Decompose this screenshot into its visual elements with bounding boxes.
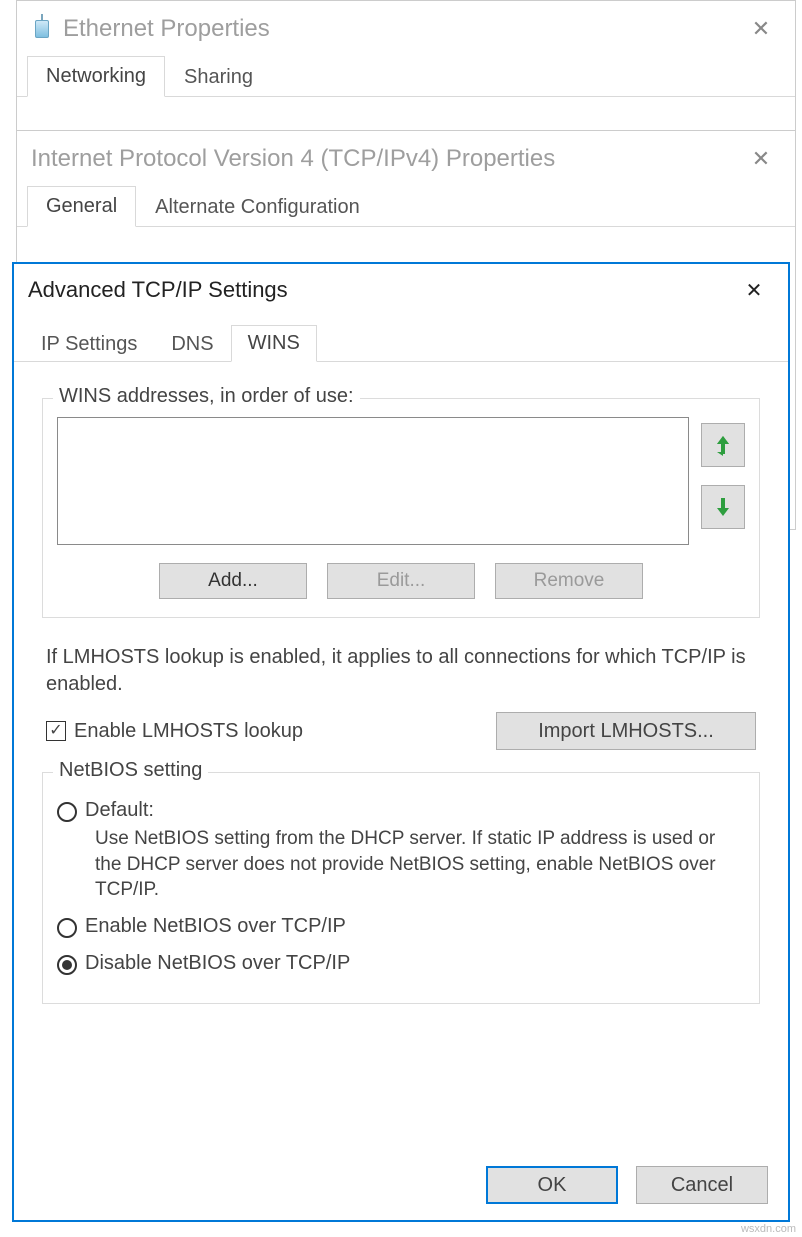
edit-button[interactable]: Edit... (327, 563, 475, 599)
tabs: IP Settings DNS WINS (14, 322, 788, 362)
move-up-button[interactable] (701, 423, 745, 467)
netbios-default-radio[interactable]: Default: (57, 799, 745, 822)
arrow-up-icon (714, 434, 732, 456)
window-title: Internet Protocol Version 4 (TCP/IPv4) P… (31, 145, 555, 173)
titlebar[interactable]: Internet Protocol Version 4 (TCP/IPv4) P… (17, 131, 795, 187)
netbios-disable-radio[interactable]: Disable NetBIOS over TCP/IP (57, 952, 745, 975)
checkbox-icon: ✓ (46, 721, 66, 741)
radio-label: Enable NetBIOS over TCP/IP (85, 915, 346, 938)
tab-alternate-configuration[interactable]: Alternate Configuration (136, 187, 379, 227)
cancel-button[interactable]: Cancel (636, 1166, 768, 1204)
lmhosts-note: If LMHOSTS lookup is enabled, it applies… (46, 644, 756, 698)
ethernet-icon (31, 14, 53, 44)
tab-sharing[interactable]: Sharing (165, 57, 272, 97)
import-lmhosts-button[interactable]: Import LMHOSTS... (496, 712, 756, 750)
titlebar[interactable]: Ethernet Properties ✕ (17, 1, 795, 57)
window-title: Advanced TCP/IP Settings (28, 277, 288, 303)
tab-general[interactable]: General (27, 186, 136, 227)
close-icon[interactable]: ✕ (734, 278, 774, 303)
netbios-default-description: Use NetBIOS setting from the DHCP server… (95, 826, 745, 903)
wins-addresses-group: WINS addresses, in order of use: (42, 398, 760, 618)
tabs: Networking Sharing (17, 57, 795, 97)
checkbox-label: Enable LMHOSTS lookup (74, 720, 303, 743)
advanced-tcpip-settings-window: Advanced TCP/IP Settings ✕ IP Settings D… (12, 262, 790, 1222)
add-button[interactable]: Add... (159, 563, 307, 599)
radio-icon (57, 918, 77, 938)
move-down-button[interactable] (701, 485, 745, 529)
watermark: wsxdn.com (741, 1223, 796, 1235)
netbios-legend: NetBIOS setting (53, 759, 208, 782)
arrow-down-icon (714, 496, 732, 518)
window-title: Ethernet Properties (63, 15, 270, 43)
radio-label: Default: (85, 799, 154, 822)
close-icon[interactable]: ✕ (741, 146, 781, 172)
titlebar[interactable]: Advanced TCP/IP Settings ✕ (14, 264, 788, 316)
radio-icon (57, 955, 77, 975)
remove-button[interactable]: Remove (495, 563, 643, 599)
netbios-enable-radio[interactable]: Enable NetBIOS over TCP/IP (57, 915, 745, 938)
tabs: General Alternate Configuration (17, 187, 795, 227)
wins-addresses-listbox[interactable] (57, 417, 689, 545)
close-icon[interactable]: ✕ (741, 16, 781, 42)
radio-label: Disable NetBIOS over TCP/IP (85, 952, 350, 975)
netbios-setting-group: NetBIOS setting Default: Use NetBIOS set… (42, 772, 760, 1004)
ok-button[interactable]: OK (486, 1166, 618, 1204)
tab-dns[interactable]: DNS (154, 326, 230, 362)
tab-networking[interactable]: Networking (27, 56, 165, 97)
tab-wins[interactable]: WINS (231, 325, 317, 362)
tab-ip-settings[interactable]: IP Settings (24, 326, 154, 362)
wins-addresses-legend: WINS addresses, in order of use: (53, 385, 360, 408)
enable-lmhosts-checkbox[interactable]: ✓ Enable LMHOSTS lookup (46, 720, 303, 743)
radio-icon (57, 802, 77, 822)
